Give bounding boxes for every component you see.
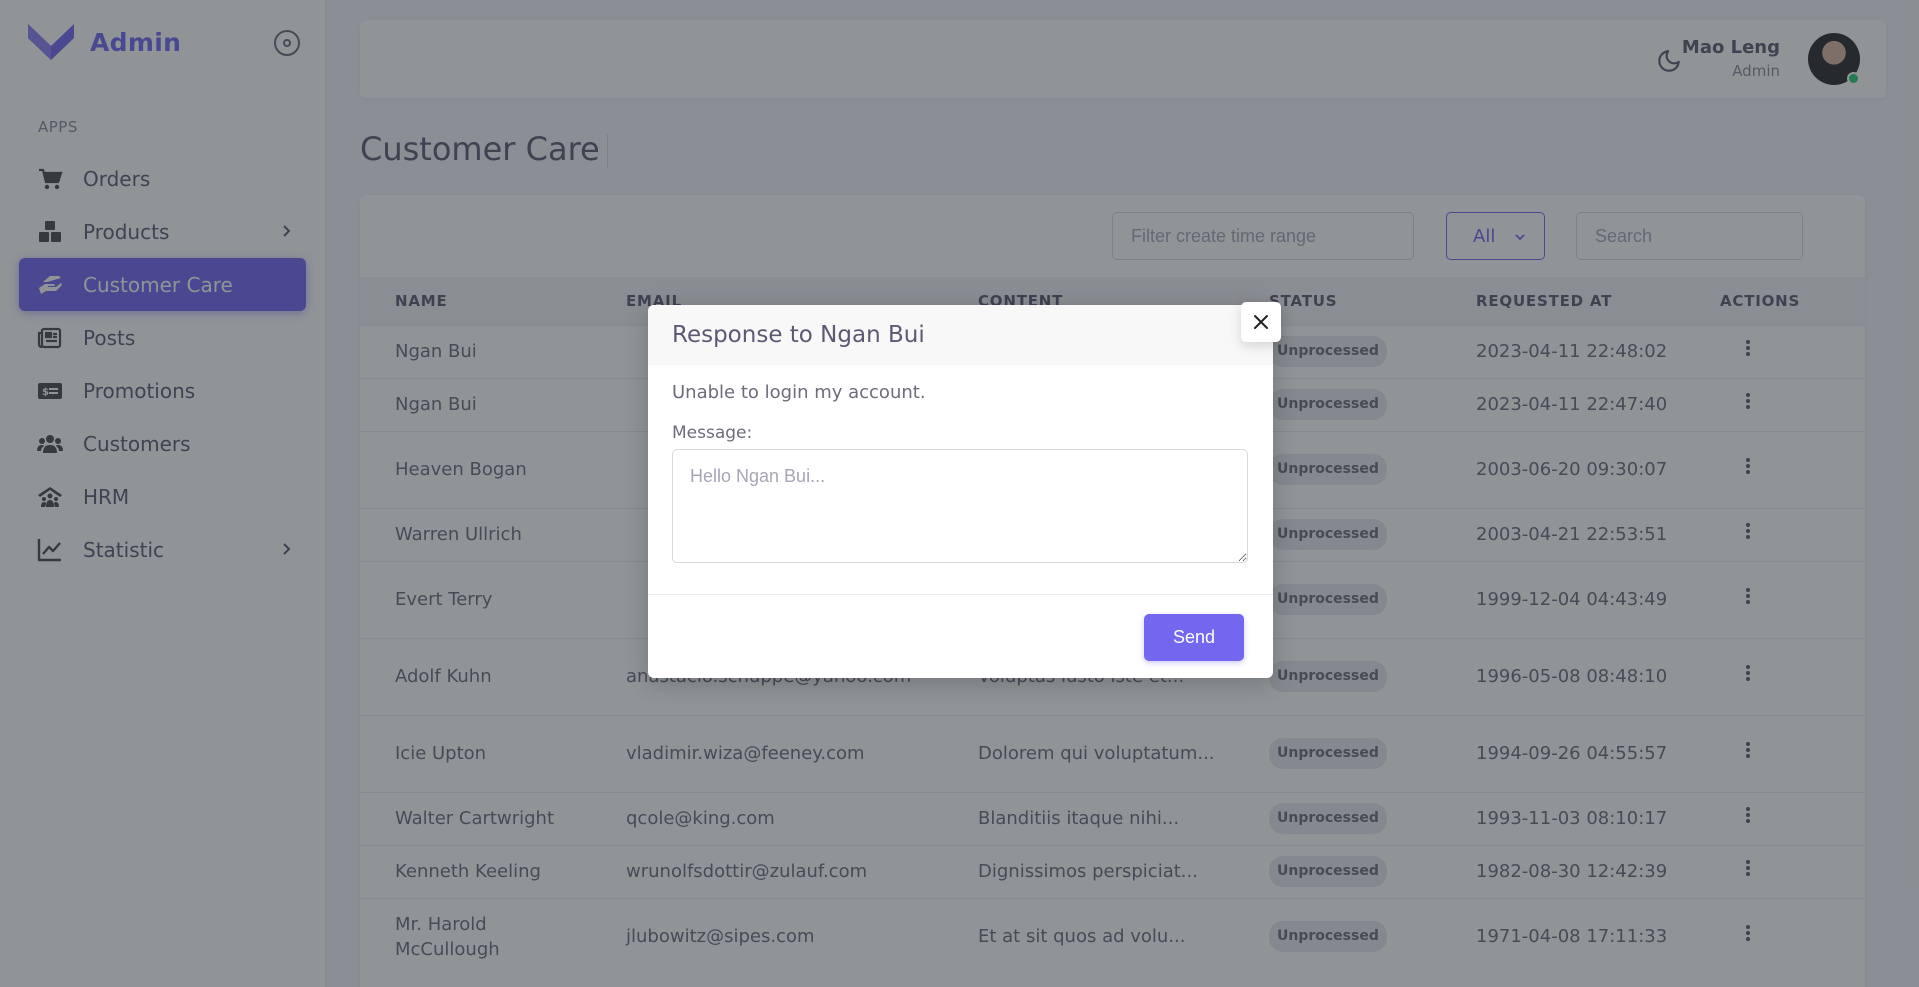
modal-title: Response to Ngan Bui <box>672 322 925 348</box>
modal-close-button[interactable] <box>1241 302 1281 342</box>
send-button[interactable]: Send <box>1144 614 1244 661</box>
request-content-text: Unable to login my account. <box>672 382 926 403</box>
message-textarea[interactable] <box>672 449 1248 563</box>
modal-header: Response to Ngan Bui <box>648 305 1273 365</box>
close-icon <box>1254 315 1268 329</box>
response-modal: Response to Ngan Bui Unable to login my … <box>648 302 1281 678</box>
modal-footer: Send <box>648 594 1273 678</box>
message-label: Message: <box>672 423 753 443</box>
modal-body: Unable to login my account. Message: <box>648 365 1273 563</box>
